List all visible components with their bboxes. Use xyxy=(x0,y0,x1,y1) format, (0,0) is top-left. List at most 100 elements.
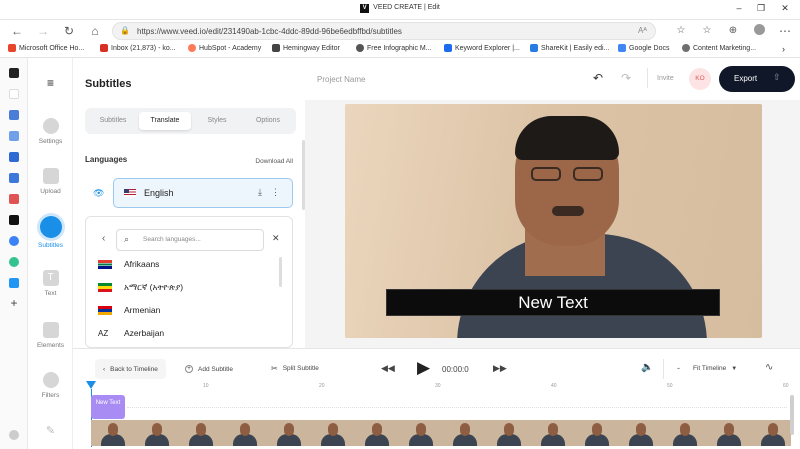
veed-icon[interactable] xyxy=(9,215,19,225)
skip-back-icon[interactable]: ◀◀ xyxy=(381,363,395,374)
forward-arrow-icon[interactable]: → xyxy=(36,24,50,38)
home-icon[interactable]: ⌂ xyxy=(88,24,102,38)
picker-back-icon[interactable]: ‹ xyxy=(102,233,105,244)
add-subtitle-button[interactable]: + Add Subtitle xyxy=(185,365,233,373)
subtitle-caption[interactable]: New Text xyxy=(386,289,720,316)
back-arrow-icon[interactable]: ← xyxy=(10,24,24,38)
close-window-icon[interactable]: ✕ xyxy=(778,3,792,14)
thumbnail-head-icon xyxy=(108,423,118,436)
app-icon[interactable] xyxy=(9,257,19,267)
bookmark-item[interactable]: ShareKit | Easily edi... xyxy=(530,44,609,52)
reload-icon[interactable]: ↻ xyxy=(62,24,76,38)
language-item[interactable]: አማርኛ (አትዮጵያ) xyxy=(98,282,183,293)
bookmark-item[interactable]: HubSpot - Academy xyxy=(188,44,261,52)
subtitle-clip[interactable]: New Text xyxy=(91,395,125,419)
app-icon[interactable] xyxy=(9,278,19,288)
window-titlebar: V VEED CREATE | Edit – ❐ ✕ xyxy=(0,0,800,20)
avatar[interactable]: KO xyxy=(689,68,711,90)
address-bar[interactable]: 🔒 https://www.veed.io/edit/231490ab-1cbc… xyxy=(112,22,656,40)
timeline-scrollbar[interactable] xyxy=(790,395,794,435)
fit-timeline-dropdown[interactable]: Fit Timeline ▼ xyxy=(693,365,737,372)
plus-circle-icon: + xyxy=(185,365,193,373)
docs-icon[interactable] xyxy=(9,131,19,141)
tab-subtitles[interactable]: Subtitles xyxy=(89,112,137,130)
play-icon[interactable]: ▶ xyxy=(417,358,430,378)
visibility-eye-icon[interactable]: 👁 xyxy=(93,188,104,199)
minimize-icon[interactable]: – xyxy=(732,3,746,13)
volume-icon[interactable]: 🔈 xyxy=(641,362,653,373)
more-options-icon[interactable]: ⋮ xyxy=(271,187,280,198)
hamburger-menu-icon[interactable]: ≡ xyxy=(28,76,73,90)
skip-forward-icon[interactable]: ▶▶ xyxy=(493,363,507,374)
tool-text[interactable]: T Text xyxy=(28,270,73,297)
timeline-ruler[interactable]: 10 20 30 40 50 60 xyxy=(91,383,791,391)
language-search-input[interactable]: ⌕ Search languages... xyxy=(116,229,264,251)
more-menu-icon[interactable]: ⋯ xyxy=(778,24,792,38)
bookmark-item[interactable]: Keyword Explorer |... xyxy=(444,44,520,52)
download-icon[interactable]: ⤓ xyxy=(258,187,262,198)
add-icon[interactable]: + xyxy=(9,297,19,309)
draw-pencil-icon[interactable]: ✎ xyxy=(28,424,73,437)
tool-filters[interactable]: Filters xyxy=(28,372,73,399)
bookmark-item[interactable]: Content Marketing... xyxy=(682,44,756,52)
gmail-icon xyxy=(100,44,108,52)
maximize-icon[interactable]: ❐ xyxy=(754,3,768,14)
youtube-icon[interactable] xyxy=(9,194,19,204)
video-preview[interactable]: New Text xyxy=(345,104,762,338)
person-mustache xyxy=(552,206,584,216)
subtitle-track xyxy=(127,407,787,408)
bookmark-item[interactable]: Microsoft Office Ho... xyxy=(8,44,84,52)
bookmarks-overflow-icon[interactable]: › xyxy=(782,44,785,54)
content-marketing-icon xyxy=(682,44,690,52)
picker-close-icon[interactable]: ✕ xyxy=(272,233,280,244)
bookmark-item[interactable]: Hemingway Editor xyxy=(272,44,340,52)
settings-icon[interactable] xyxy=(9,430,19,440)
project-name-input[interactable]: Project Name xyxy=(317,75,365,84)
reader-icon[interactable]: Aᴬ xyxy=(638,26,647,35)
google-icon[interactable] xyxy=(9,89,19,99)
invite-button[interactable]: Invite xyxy=(657,75,674,82)
caret-down-icon: ▼ xyxy=(731,365,738,372)
tab-options[interactable]: Options xyxy=(243,112,293,130)
tool-settings[interactable]: Settings xyxy=(28,118,73,145)
bookmark-item[interactable]: Inbox (21,873) - ko... xyxy=(100,44,176,52)
bookmark-item[interactable]: Google Docs xyxy=(618,44,669,52)
zoom-out-icon[interactable]: - xyxy=(677,363,680,373)
profile-avatar-icon[interactable] xyxy=(752,24,766,38)
waveform-icon[interactable]: ∿ xyxy=(765,362,773,373)
docs-icon[interactable] xyxy=(9,152,19,162)
download-all-button[interactable]: Download All xyxy=(255,158,293,165)
upload-arrow-icon: ⇧ xyxy=(773,72,781,82)
thumbnail-head-icon xyxy=(636,423,646,436)
elements-icon xyxy=(42,322,59,338)
back-to-timeline-button[interactable]: ‹ Back to Timeline xyxy=(95,359,166,379)
facebook-icon[interactable] xyxy=(9,236,19,246)
favorite-star-icon[interactable]: ☆ xyxy=(674,24,688,38)
docs-icon[interactable] xyxy=(9,173,19,183)
language-item[interactable]: Armenian xyxy=(98,305,160,315)
tab-styles[interactable]: Styles xyxy=(193,112,241,130)
undo-icon[interactable]: ↶ xyxy=(593,71,603,85)
favorites-list-icon[interactable]: ☆ xyxy=(700,24,714,38)
docs-icon[interactable] xyxy=(9,110,19,120)
thumbnail-head-icon xyxy=(724,423,734,436)
export-button[interactable]: Export ⇧ xyxy=(719,66,795,92)
tool-subtitles[interactable]: Subtitles xyxy=(28,216,73,249)
redo-icon[interactable]: ↷ xyxy=(621,71,631,85)
language-item[interactable]: Afrikaans xyxy=(98,259,159,269)
url-text: https://www.veed.io/edit/231490ab-1cbc-4… xyxy=(137,27,402,36)
thumbnail-head-icon xyxy=(592,423,602,436)
selected-language-row[interactable]: English ⤓ ⋮ xyxy=(113,178,293,208)
picker-scrollbar[interactable] xyxy=(279,257,282,287)
glasses-right-lens xyxy=(573,167,603,181)
split-subtitle-button[interactable]: ✂ Split Subtitle xyxy=(271,364,319,373)
language-item[interactable]: AZ Azerbaijan xyxy=(98,328,164,338)
collections-icon[interactable]: ⊕ xyxy=(726,24,740,38)
south-africa-flag-icon xyxy=(98,259,112,269)
tool-elements[interactable]: Elements xyxy=(28,322,73,349)
tab-actions-icon[interactable] xyxy=(9,68,19,78)
tab-translate[interactable]: Translate xyxy=(139,112,191,130)
tool-upload[interactable]: Upload xyxy=(28,168,73,195)
bookmark-item[interactable]: Free Infographic M... xyxy=(356,44,432,52)
filters-icon xyxy=(42,372,59,388)
